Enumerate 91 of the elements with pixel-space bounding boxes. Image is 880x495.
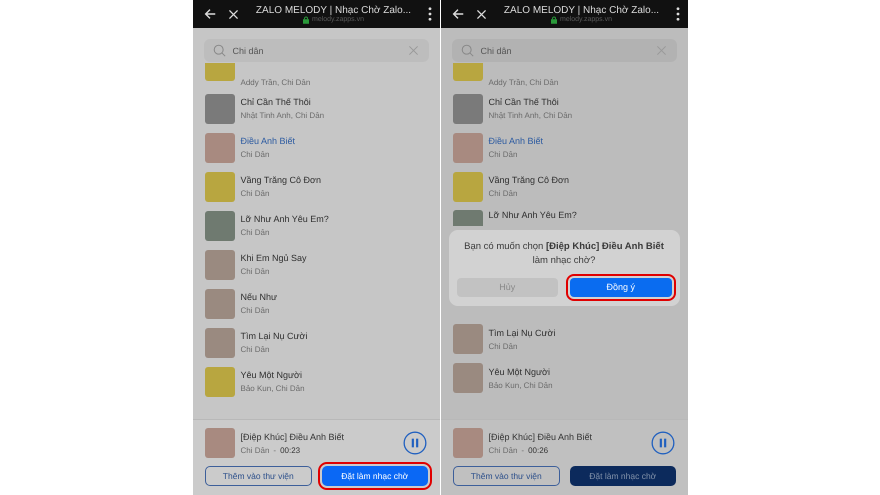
add-to-library-button[interactable]: Thêm vào thư viện <box>452 466 560 486</box>
artist-name: Bảo Kun, Chi Dân <box>240 384 305 393</box>
playback-time: 00:26 <box>528 446 548 454</box>
artist-name: Chi Dân <box>240 150 270 159</box>
close-icon[interactable] <box>226 8 240 20</box>
song-item[interactable]: Yêu Một Người Bảo Kun, Chi Dân <box>452 358 676 398</box>
song-title: Lỡ Như Anh Yêu Em? <box>240 214 329 224</box>
album-cover <box>204 210 234 240</box>
separator: - <box>273 446 276 454</box>
song-item[interactable]: Chỉ Cần Thế Thôi Nhật Tinh Anh, Chi Dân <box>204 89 428 128</box>
song-title: Tìm Lại Nụ Cười <box>240 331 308 341</box>
song-title: Chỉ Cần Thế Thôi <box>240 97 312 107</box>
artist-name: Chi Dân <box>488 150 518 159</box>
artist-name: Chi Dân <box>488 446 518 454</box>
song-item[interactable]: Vầng Trăng Cô Đơn Chi Dân <box>204 167 428 206</box>
search-icon <box>460 44 474 57</box>
search-field[interactable]: Chi dân <box>452 39 676 62</box>
song-item[interactable]: Lỡ Như Anh Yêu Em? <box>452 210 676 230</box>
add-to-library-button[interactable]: Thêm vào thư viện <box>204 466 312 486</box>
confirm-button[interactable]: Đồng ý <box>570 278 672 297</box>
album-cover <box>452 363 482 394</box>
artist-name: Chi Dân <box>240 446 270 454</box>
more-icon[interactable] <box>676 7 680 21</box>
back-icon[interactable] <box>450 7 464 21</box>
song-title: Điều Anh Biết <box>488 136 544 146</box>
artist-name: Nhật Tinh Anh, Chi Dân <box>240 111 324 120</box>
search-icon <box>212 44 226 57</box>
album-cover <box>204 366 234 396</box>
song-item[interactable]: Chỉ Cần Thế Thôi Nhật Tinh Anh, Chi Dân <box>452 89 676 128</box>
song-item[interactable]: Khi Em Ngủ Say Chi Dân <box>204 245 428 284</box>
song-title: Tìm Lại Nụ Cười <box>488 328 556 338</box>
song-title: Vầng Trăng Cô Đơn <box>240 175 321 185</box>
album-cover <box>204 94 234 124</box>
album-cover <box>204 132 234 162</box>
artist-name: Nhật Tinh Anh, Chi Dân <box>488 111 572 120</box>
set-ringtone-button[interactable]: Đặt làm nhạc chờ <box>322 466 428 486</box>
artist-name: Addy Trần, Chi Dân <box>240 78 310 87</box>
album-cover <box>204 63 234 81</box>
search-field[interactable]: Chi dân <box>204 39 428 62</box>
close-icon[interactable] <box>474 8 488 20</box>
song-title: Điều Anh Biết <box>240 136 296 146</box>
page-title: ZALO MELODY | Nhạc Chờ Zalo... <box>504 4 660 16</box>
song-title: Nếu Như <box>240 292 278 302</box>
song-title: [Điệp Khúc] Điều Anh Biết <box>488 432 594 442</box>
playback-time: 00:23 <box>280 446 300 454</box>
artist-name: Chi Dân <box>488 189 518 198</box>
album-cover <box>452 428 482 458</box>
song-item[interactable]: Yêu Một Người Bảo Kun, Chi Dân <box>204 362 428 401</box>
page-title: ZALO MELODY | Nhạc Chờ Zalo... <box>256 4 412 16</box>
song-item[interactable]: Vầng Trăng Cô Đơn Chi Dân <box>452 167 676 206</box>
album-cover <box>452 94 482 124</box>
artist-name: Chi Dân <box>240 189 270 198</box>
album-cover <box>452 63 482 81</box>
song-item[interactable]: Tìm Lại Nụ Cười Chi Dân <box>204 323 428 362</box>
song-title: Yêu Một Người <box>240 370 303 380</box>
song-title: Vầng Trăng Cô Đơn <box>488 175 569 185</box>
artist-name: Chi Dân <box>240 228 270 237</box>
album-cover <box>452 210 482 226</box>
artist-name: Chi Dân <box>240 306 270 315</box>
album-cover <box>204 428 234 458</box>
album-cover <box>452 324 482 354</box>
back-icon[interactable] <box>202 7 216 21</box>
song-item[interactable]: Tìm Lại Nụ Cười Chi Dân <box>452 320 676 359</box>
artist-name: Chi Dân <box>240 345 270 354</box>
set-ringtone-button[interactable]: Đặt làm nhạc chờ <box>570 466 676 486</box>
album-cover <box>452 172 482 202</box>
song-title: Lỡ Như Anh Yêu Em? <box>488 210 577 220</box>
lock-icon <box>302 16 309 24</box>
song-title: Yêu Một Người <box>488 366 551 377</box>
song-title: Chỉ Cần Thế Thôi <box>488 97 560 107</box>
album-cover <box>204 328 234 358</box>
album-cover <box>452 132 482 162</box>
song-item[interactable]: Điều Anh Biết Chi Dân <box>452 128 676 167</box>
pause-button[interactable] <box>650 430 676 456</box>
song-title: [Điệp Khúc] Điều Anh Biết <box>240 432 346 442</box>
song-item[interactable]: Nếu Như Chi Dân <box>204 284 428 323</box>
song-item[interactable]: Lỡ Như Anh Yêu Em? Chi Dân <box>204 206 428 245</box>
dialog-message: Bạn có muốn chọn [Điệp Khúc] Điều Anh Biết làm nhạc chờ? <box>463 240 665 268</box>
artist-name: Addy Trần, Chi Dân <box>488 78 558 87</box>
more-icon[interactable] <box>428 7 432 21</box>
pause-button[interactable] <box>402 430 428 456</box>
album-cover <box>204 250 234 280</box>
lock-icon <box>550 16 557 24</box>
album-cover <box>204 288 234 318</box>
album-cover <box>204 172 234 202</box>
separator: - <box>521 446 524 454</box>
artist-name: Bảo Kun, Chi Dân <box>488 380 553 390</box>
song-title: Khi Em Ngủ Say <box>240 253 307 263</box>
artist-name: Chi Dân <box>240 267 270 276</box>
song-item[interactable]: Điều Anh Biết Chi Dân <box>204 128 428 167</box>
artist-name: Chi Dân <box>488 342 518 351</box>
